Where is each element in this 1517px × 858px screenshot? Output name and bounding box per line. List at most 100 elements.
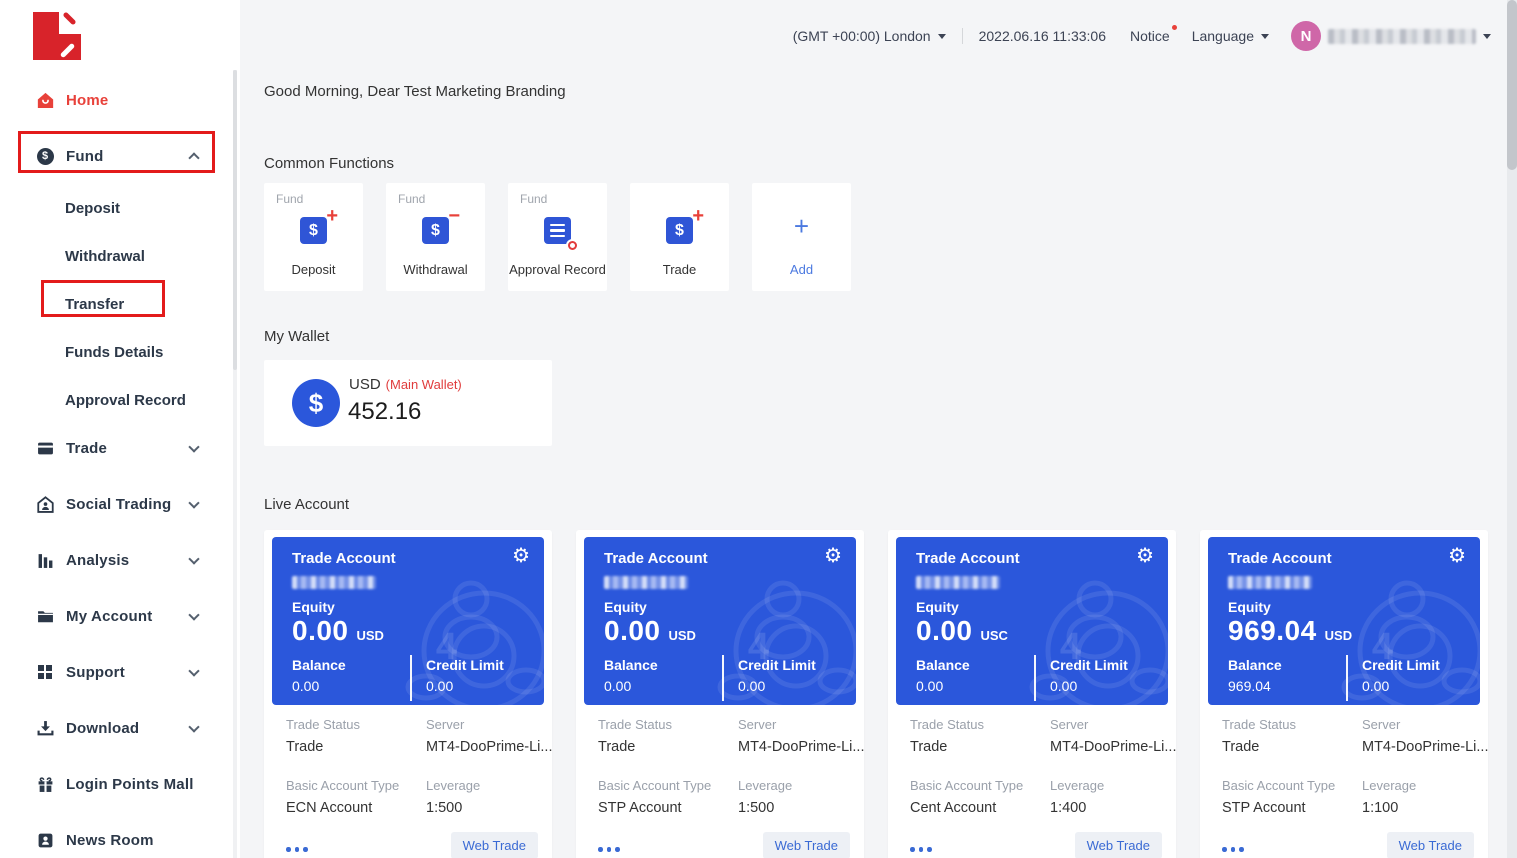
page-scrollbar[interactable] bbox=[1507, 0, 1517, 858]
leverage-value: 1:500 bbox=[738, 800, 856, 816]
censored-account-number bbox=[916, 576, 1000, 589]
equity-currency: USC bbox=[981, 628, 1008, 643]
account-type-value: STP Account bbox=[1222, 800, 1362, 816]
more-options-button[interactable] bbox=[598, 847, 620, 852]
server-value: MT4-DooPrime-Li... bbox=[426, 739, 553, 755]
chevron-down-icon bbox=[188, 553, 199, 564]
my-wallet-title: My Wallet bbox=[264, 328, 329, 345]
shortcut-card-deposit[interactable]: Fund $+ Deposit bbox=[264, 183, 363, 291]
sidebar-item-fund[interactable]: $ Fund bbox=[0, 128, 240, 184]
more-options-button[interactable] bbox=[1222, 847, 1244, 852]
user-menu[interactable]: N bbox=[1291, 21, 1491, 51]
gear-icon[interactable]: ⚙ bbox=[512, 546, 530, 566]
wallet-currency: USD bbox=[349, 376, 381, 393]
wallet-dollar-icon: $ bbox=[292, 379, 340, 427]
add-icon: + bbox=[794, 213, 809, 240]
sidebar: Home $ Fund Deposit Withdrawal Transfer … bbox=[0, 0, 240, 858]
greeting-text: Good Morning, Dear Test Marketing Brandi… bbox=[264, 83, 566, 100]
magnifier-icon bbox=[568, 241, 577, 250]
equity-currency: USD bbox=[669, 628, 696, 643]
sidebar-item-trade[interactable]: Trade bbox=[0, 420, 240, 476]
trade-status-value: Trade bbox=[286, 739, 426, 755]
dooprime-logo[interactable] bbox=[33, 12, 81, 60]
minus-badge-icon: − bbox=[448, 206, 460, 226]
balance-value: 0.00 bbox=[604, 678, 722, 694]
web-trade-button[interactable]: Web Trade bbox=[451, 832, 538, 858]
leverage-value: 1:100 bbox=[1362, 800, 1480, 816]
language-selector[interactable]: Language bbox=[1192, 28, 1269, 44]
plus-badge-icon: + bbox=[692, 206, 704, 226]
sidebar-item-label: Home bbox=[66, 92, 108, 109]
chevron-down-icon bbox=[188, 721, 199, 732]
social-trading-icon bbox=[36, 495, 54, 513]
trade-status-value: Trade bbox=[910, 739, 1050, 755]
chevron-up-icon bbox=[188, 152, 199, 163]
card-title: Trade Account bbox=[292, 550, 396, 567]
card-title: Trade Account bbox=[1228, 550, 1332, 567]
credit-limit-value: 0.00 bbox=[738, 678, 816, 694]
web-trade-button[interactable]: Web Trade bbox=[1387, 832, 1474, 858]
censored-account-number bbox=[1228, 576, 1312, 589]
credit-limit-value: 0.00 bbox=[1050, 678, 1128, 694]
plus-badge-icon: + bbox=[326, 206, 338, 226]
web-trade-button[interactable]: Web Trade bbox=[763, 832, 850, 858]
equity-currency: USD bbox=[357, 628, 384, 643]
home-icon bbox=[36, 91, 54, 109]
wallet-icon bbox=[36, 439, 54, 457]
web-trade-button[interactable]: Web Trade bbox=[1075, 832, 1162, 858]
notification-dot bbox=[1172, 25, 1177, 30]
sidebar-item-transfer[interactable]: Transfer bbox=[0, 280, 240, 328]
sidebar-item-funds-details[interactable]: Funds Details bbox=[0, 328, 240, 376]
main-content: (GMT +00:00) London 2022.06.16 11:33:06 … bbox=[240, 0, 1517, 858]
caret-down-icon bbox=[938, 34, 946, 39]
deposit-icon: $+ bbox=[300, 217, 327, 244]
gear-icon[interactable]: ⚙ bbox=[824, 546, 842, 566]
card-title: Trade Account bbox=[916, 550, 1020, 567]
wallet-amount: 452.16 bbox=[348, 398, 421, 426]
censored-account-number bbox=[292, 576, 376, 589]
sidebar-nav: Home $ Fund Deposit Withdrawal Transfer … bbox=[0, 72, 240, 858]
sidebar-item-support[interactable]: Support bbox=[0, 644, 240, 700]
server-value: MT4-DooPrime-Li... bbox=[738, 739, 865, 755]
news-room-icon bbox=[36, 831, 54, 849]
more-options-button[interactable] bbox=[910, 847, 932, 852]
sidebar-item-home[interactable]: Home bbox=[0, 72, 240, 128]
gift-icon bbox=[36, 775, 54, 793]
live-account-cards: 4 Trade Account ⚙ Equity 0.00 USD Balanc… bbox=[264, 530, 1488, 858]
sidebar-item-deposit[interactable]: Deposit bbox=[0, 184, 240, 232]
gear-icon[interactable]: ⚙ bbox=[1448, 546, 1466, 566]
shortcut-card-trade[interactable]: $+ Trade bbox=[630, 183, 729, 291]
sidebar-item-news-room[interactable]: News Room bbox=[0, 812, 240, 858]
wallet-card[interactable]: $ USD(Main Wallet) 452.16 bbox=[264, 360, 552, 446]
shortcut-card-withdrawal[interactable]: Fund $− Withdrawal bbox=[386, 183, 485, 291]
common-functions-cards: Fund $+ Deposit Fund $− Withdrawal Fund … bbox=[264, 183, 851, 291]
shortcut-card-approval-record[interactable]: Fund Approval Record bbox=[508, 183, 607, 291]
sidebar-item-approval-record[interactable]: Approval Record bbox=[0, 376, 240, 424]
equity-value: 0.00 bbox=[604, 615, 661, 647]
withdrawal-icon: $− bbox=[422, 217, 449, 244]
balance-value: 0.00 bbox=[292, 678, 410, 694]
trade-status-value: Trade bbox=[598, 739, 738, 755]
shortcut-card-add[interactable]: + Add bbox=[752, 183, 851, 291]
timezone-selector[interactable]: (GMT +00:00) London bbox=[793, 28, 946, 44]
avatar: N bbox=[1291, 21, 1321, 51]
sidebar-item-withdrawal[interactable]: Withdrawal bbox=[0, 232, 240, 280]
trade-account-card: 4 Trade Account ⚙ Equity 969.04 USD Bala… bbox=[1200, 530, 1488, 858]
account-type-value: STP Account bbox=[598, 800, 738, 816]
sidebar-item-download[interactable]: Download bbox=[0, 700, 240, 756]
gear-icon[interactable]: ⚙ bbox=[1136, 546, 1154, 566]
sidebar-item-login-points-mall[interactable]: Login Points Mall bbox=[0, 756, 240, 812]
sidebar-item-my-account[interactable]: My Account bbox=[0, 588, 240, 644]
folder-icon bbox=[36, 607, 54, 625]
sidebar-scrollbar[interactable] bbox=[233, 70, 237, 858]
approval-record-icon bbox=[544, 217, 571, 244]
account-type-value: Cent Account bbox=[910, 800, 1050, 816]
credit-limit-value: 0.00 bbox=[1362, 678, 1440, 694]
balance-value: 969.04 bbox=[1228, 678, 1346, 694]
sidebar-item-analysis[interactable]: Analysis bbox=[0, 532, 240, 588]
sidebar-item-social-trading[interactable]: Social Trading bbox=[0, 476, 240, 532]
more-options-button[interactable] bbox=[286, 847, 308, 852]
live-account-title: Live Account bbox=[264, 496, 349, 513]
chevron-down-icon bbox=[188, 665, 199, 676]
notice-button[interactable]: Notice bbox=[1130, 28, 1170, 44]
